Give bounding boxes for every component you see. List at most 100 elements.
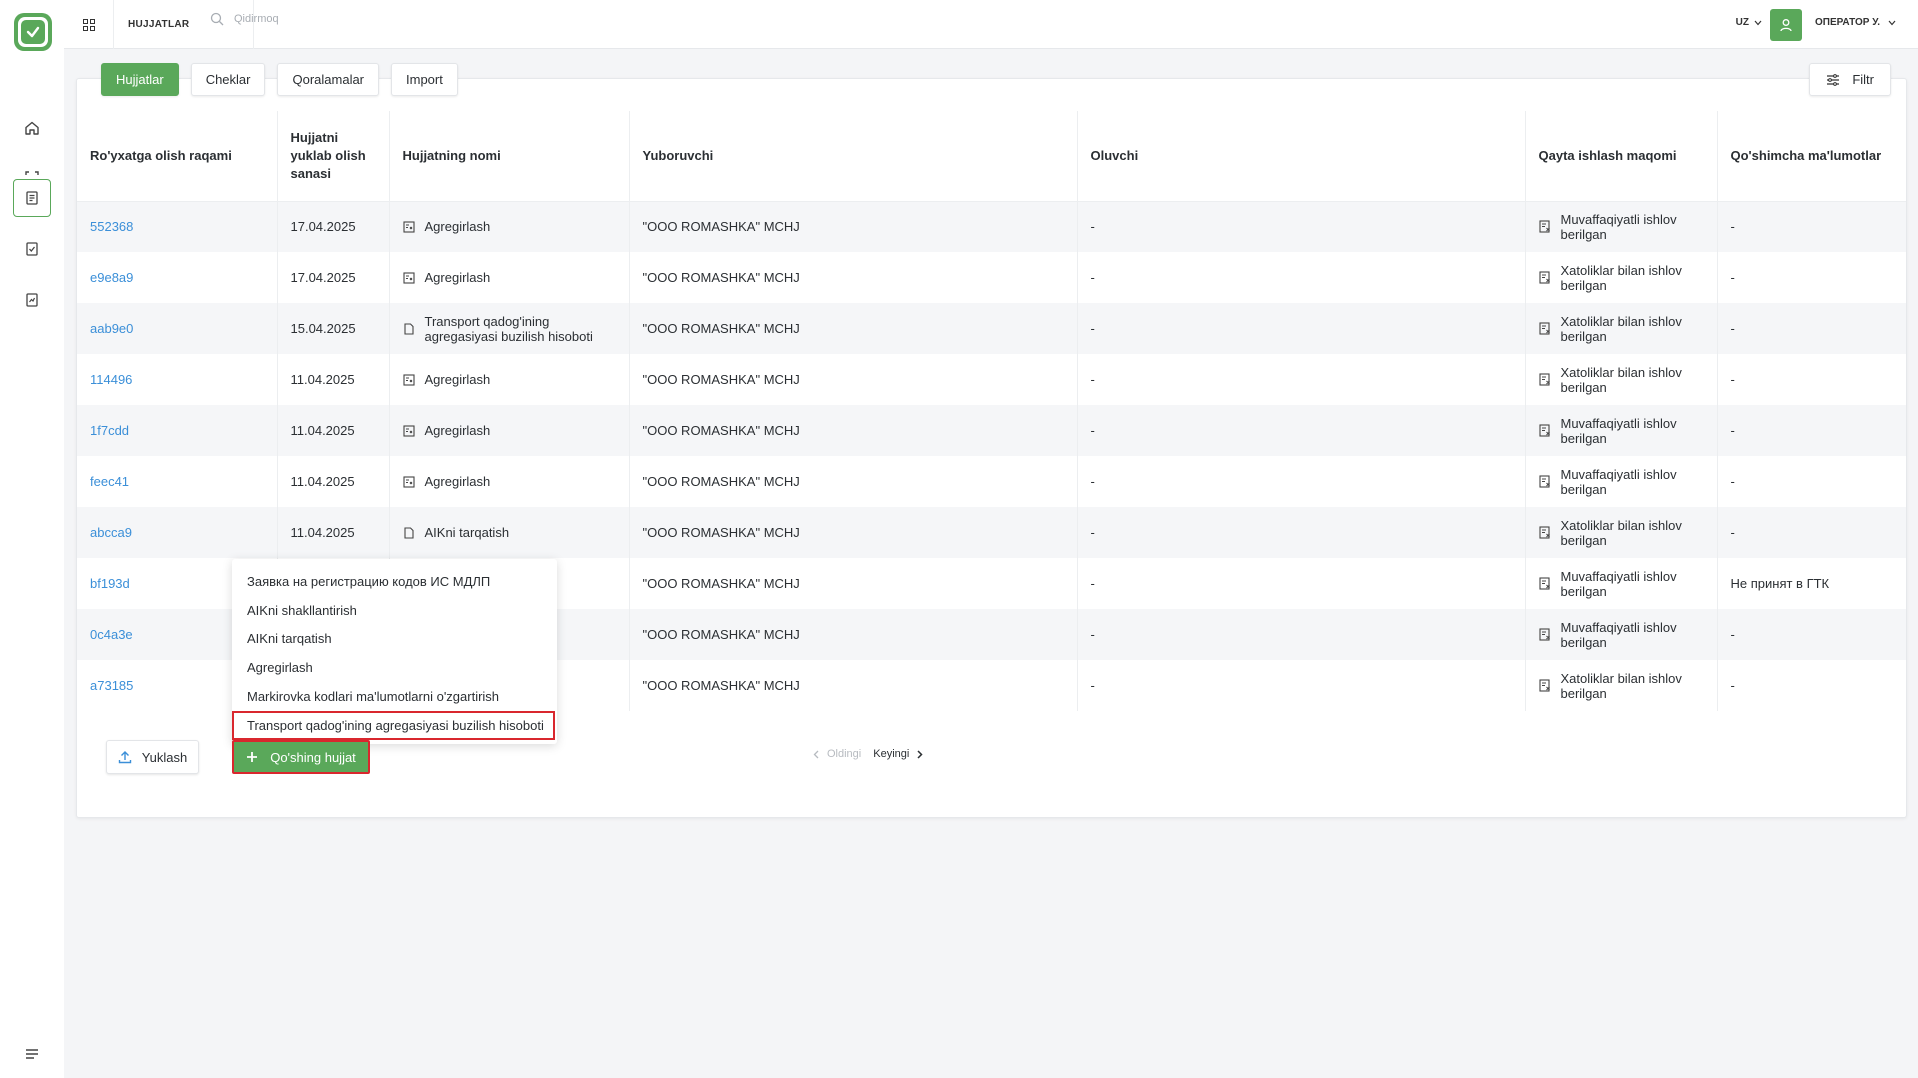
- sender: "OOO ROMASHKA" MCHJ: [629, 303, 1078, 354]
- receiver: -: [1077, 405, 1526, 456]
- sender: "OOO ROMASHKA" MCHJ: [629, 405, 1078, 456]
- dropdown-item[interactable]: AIKni tarqatish: [232, 625, 557, 654]
- chevron-right-icon: [917, 749, 923, 759]
- tab-hujjatlar[interactable]: Hujjatlar: [101, 63, 179, 96]
- processing-status: Xatoliklar bilan ishlov berilgan: [1560, 364, 1682, 395]
- status-doc-icon: [1538, 424, 1550, 437]
- sender: "OOO ROMASHKA" MCHJ: [629, 507, 1078, 558]
- processing-status: Muvaffaqiyatli ishlov berilgan: [1560, 568, 1677, 599]
- user-icon: [1780, 19, 1792, 32]
- document-name-col: Agregirlash: [389, 354, 630, 405]
- document-name-col: AIKni tarqatish: [389, 507, 630, 558]
- apps-grid-button[interactable]: [64, 0, 114, 49]
- sidebar-menu-toggle[interactable]: [13, 1035, 51, 1073]
- document-name: Agregirlash: [424, 372, 491, 387]
- processing-status: Muvaffaqiyatli ishlov berilgan: [1560, 211, 1677, 242]
- table-row[interactable]: 114496 11.04.2025 Agregirlash "OOO ROMASHKA…: [77, 354, 1906, 405]
- document-name: Agregirlash: [424, 474, 491, 489]
- table-row[interactable]: feec41 11.04.2025 Agregirlash "OOO ROMASHKA…: [77, 456, 1906, 507]
- status-doc-icon: [1538, 271, 1550, 284]
- status-cell: Muvaffaqiyatli ishlov berilgan: [1538, 415, 1704, 446]
- table-header-row: Ro'yxatga olish raqami Hujjatni yuklab o…: [77, 111, 1906, 202]
- processing-status: Muvaffaqiyatli ishlov berilgan: [1560, 619, 1677, 650]
- user-menu[interactable]: ОПЕРАТОР У.: [1815, 17, 1896, 28]
- additional-info: -: [1717, 507, 1906, 558]
- status-col: Xatoliklar bilan ishlov berilgan: [1525, 660, 1718, 711]
- document-name-cell: Agregirlash: [402, 372, 616, 387]
- registration-number-link[interactable]: aab9e0: [77, 303, 278, 354]
- table-row[interactable]: abcca9 11.04.2025 AIKni tarqatish "OOO ROMA…: [77, 507, 1906, 558]
- add-document-button[interactable]: Qo'shing hujjat: [232, 740, 370, 774]
- processing-status: Muvaffaqiyatli ishlov berilgan: [1560, 415, 1677, 446]
- sidebar-item-checks[interactable]: [13, 230, 51, 268]
- add-document-dropdown: Заявка на регистрацию кодов ИС МДЛП AIKn…: [232, 559, 557, 744]
- dropdown-item[interactable]: Agregirlash: [232, 653, 557, 682]
- upload-label: Yuklash: [141, 749, 188, 765]
- document-name-col: Agregirlash: [389, 252, 630, 303]
- column-header: Yuboruvchi: [629, 111, 1078, 202]
- menu-icon: [26, 1049, 38, 1059]
- document-name: Agregirlash: [424, 270, 491, 285]
- upload-date: 11.04.2025: [277, 354, 390, 405]
- status-cell: Muvaffaqiyatli ishlov berilgan: [1538, 466, 1704, 497]
- status-cell: Xatoliklar bilan ishlov berilgan: [1538, 364, 1704, 395]
- user-avatar[interactable]: [1770, 9, 1802, 41]
- upload-icon: [118, 751, 131, 764]
- tab-qoralamalar[interactable]: Qoralamalar: [277, 63, 380, 96]
- dropdown-item[interactable]: Заявка на регистрацию кодов ИС МДЛП: [232, 567, 557, 596]
- registration-number-link[interactable]: feec41: [77, 456, 278, 507]
- sidebar-item-home[interactable]: [13, 109, 51, 147]
- pagination-next[interactable]: Keyingi: [873, 748, 923, 760]
- registration-number-link[interactable]: 552368: [77, 201, 278, 252]
- table-row[interactable]: 1f7cdd 11.04.2025 Agregirlash "OOO ROMASHKA…: [77, 405, 1906, 456]
- registration-number-link[interactable]: 114496: [77, 354, 278, 405]
- search-icon: [210, 12, 224, 26]
- upload-date: 15.04.2025: [277, 303, 390, 354]
- receiver: -: [1077, 507, 1526, 558]
- upload-date: 11.04.2025: [277, 507, 390, 558]
- search-placeholder[interactable]: Qidirmoq: [234, 13, 279, 25]
- status-doc-icon: [1538, 322, 1550, 335]
- filter-button[interactable]: Filtr: [1809, 63, 1891, 96]
- aggregation-doc-icon: [402, 475, 415, 488]
- tab-import[interactable]: Import: [391, 63, 458, 96]
- status-col: Muvaffaqiyatli ishlov berilgan: [1525, 405, 1718, 456]
- registration-number-link[interactable]: e9e8a9: [77, 252, 278, 303]
- app-logo[interactable]: [14, 13, 52, 51]
- status-cell: Muvaffaqiyatli ishlov berilgan: [1538, 619, 1704, 650]
- processing-status: Xatoliklar bilan ishlov berilgan: [1560, 262, 1682, 293]
- upload-date: 11.04.2025: [277, 456, 390, 507]
- table-row[interactable]: aab9e0 15.04.2025 Transport qadog'ining ag…: [77, 303, 1906, 354]
- sender: "OOO ROMASHKA" MCHJ: [629, 558, 1078, 609]
- document-name-col: Agregirlash: [389, 456, 630, 507]
- processing-status: Xatoliklar bilan ishlov berilgan: [1560, 313, 1682, 344]
- upload-date: 11.04.2025: [277, 405, 390, 456]
- filter-label: Filtr: [1852, 72, 1874, 87]
- registration-number-link[interactable]: abcca9: [77, 507, 278, 558]
- receiver: -: [1077, 558, 1526, 609]
- pagination-prev[interactable]: Oldingi: [813, 748, 861, 760]
- processing-status: Muvaffaqiyatli ishlov berilgan: [1560, 466, 1677, 497]
- language-selector[interactable]: UZ: [1736, 17, 1762, 28]
- document-name-col: Agregirlash: [389, 405, 630, 456]
- dropdown-item-highlighted[interactable]: Transport qadog'ining agregasiyasi buzil…: [232, 710, 555, 740]
- table-row[interactable]: e9e8a9 17.04.2025 Agregirlash "OOO ROMASHKA…: [77, 252, 1906, 303]
- dropdown-item[interactable]: Markirovka kodlari ma'lumotlarni o'zgart…: [232, 682, 557, 711]
- tab-cheklar[interactable]: Cheklar: [190, 63, 266, 96]
- registration-number-link[interactable]: 1f7cdd: [77, 405, 278, 456]
- status-col: Xatoliklar bilan ishlov berilgan: [1525, 303, 1718, 354]
- sender: "OOO ROMASHKA" MCHJ: [629, 660, 1078, 711]
- document-name: Transport qadog'ining agregasiyasi buzil…: [424, 313, 593, 344]
- table-row[interactable]: 552368 17.04.2025 Agregirlash "OOO ROMASHKA…: [77, 201, 1906, 252]
- document-name-cell: Agregirlash: [402, 270, 616, 285]
- upload-date: 17.04.2025: [277, 252, 390, 303]
- logo-inner: [18, 17, 48, 47]
- receiver: -: [1077, 201, 1526, 252]
- dropdown-item[interactable]: AIKni shakllantirish: [232, 596, 557, 625]
- sidebar-item-documents[interactable]: [13, 179, 51, 217]
- sidebar-item-reports[interactable]: [13, 281, 51, 319]
- upload-button[interactable]: Yuklash: [106, 740, 199, 774]
- status-col: Xatoliklar bilan ishlov berilgan: [1525, 252, 1718, 303]
- search-box[interactable]: Qidirmoq: [210, 12, 279, 26]
- home-icon: [25, 121, 39, 135]
